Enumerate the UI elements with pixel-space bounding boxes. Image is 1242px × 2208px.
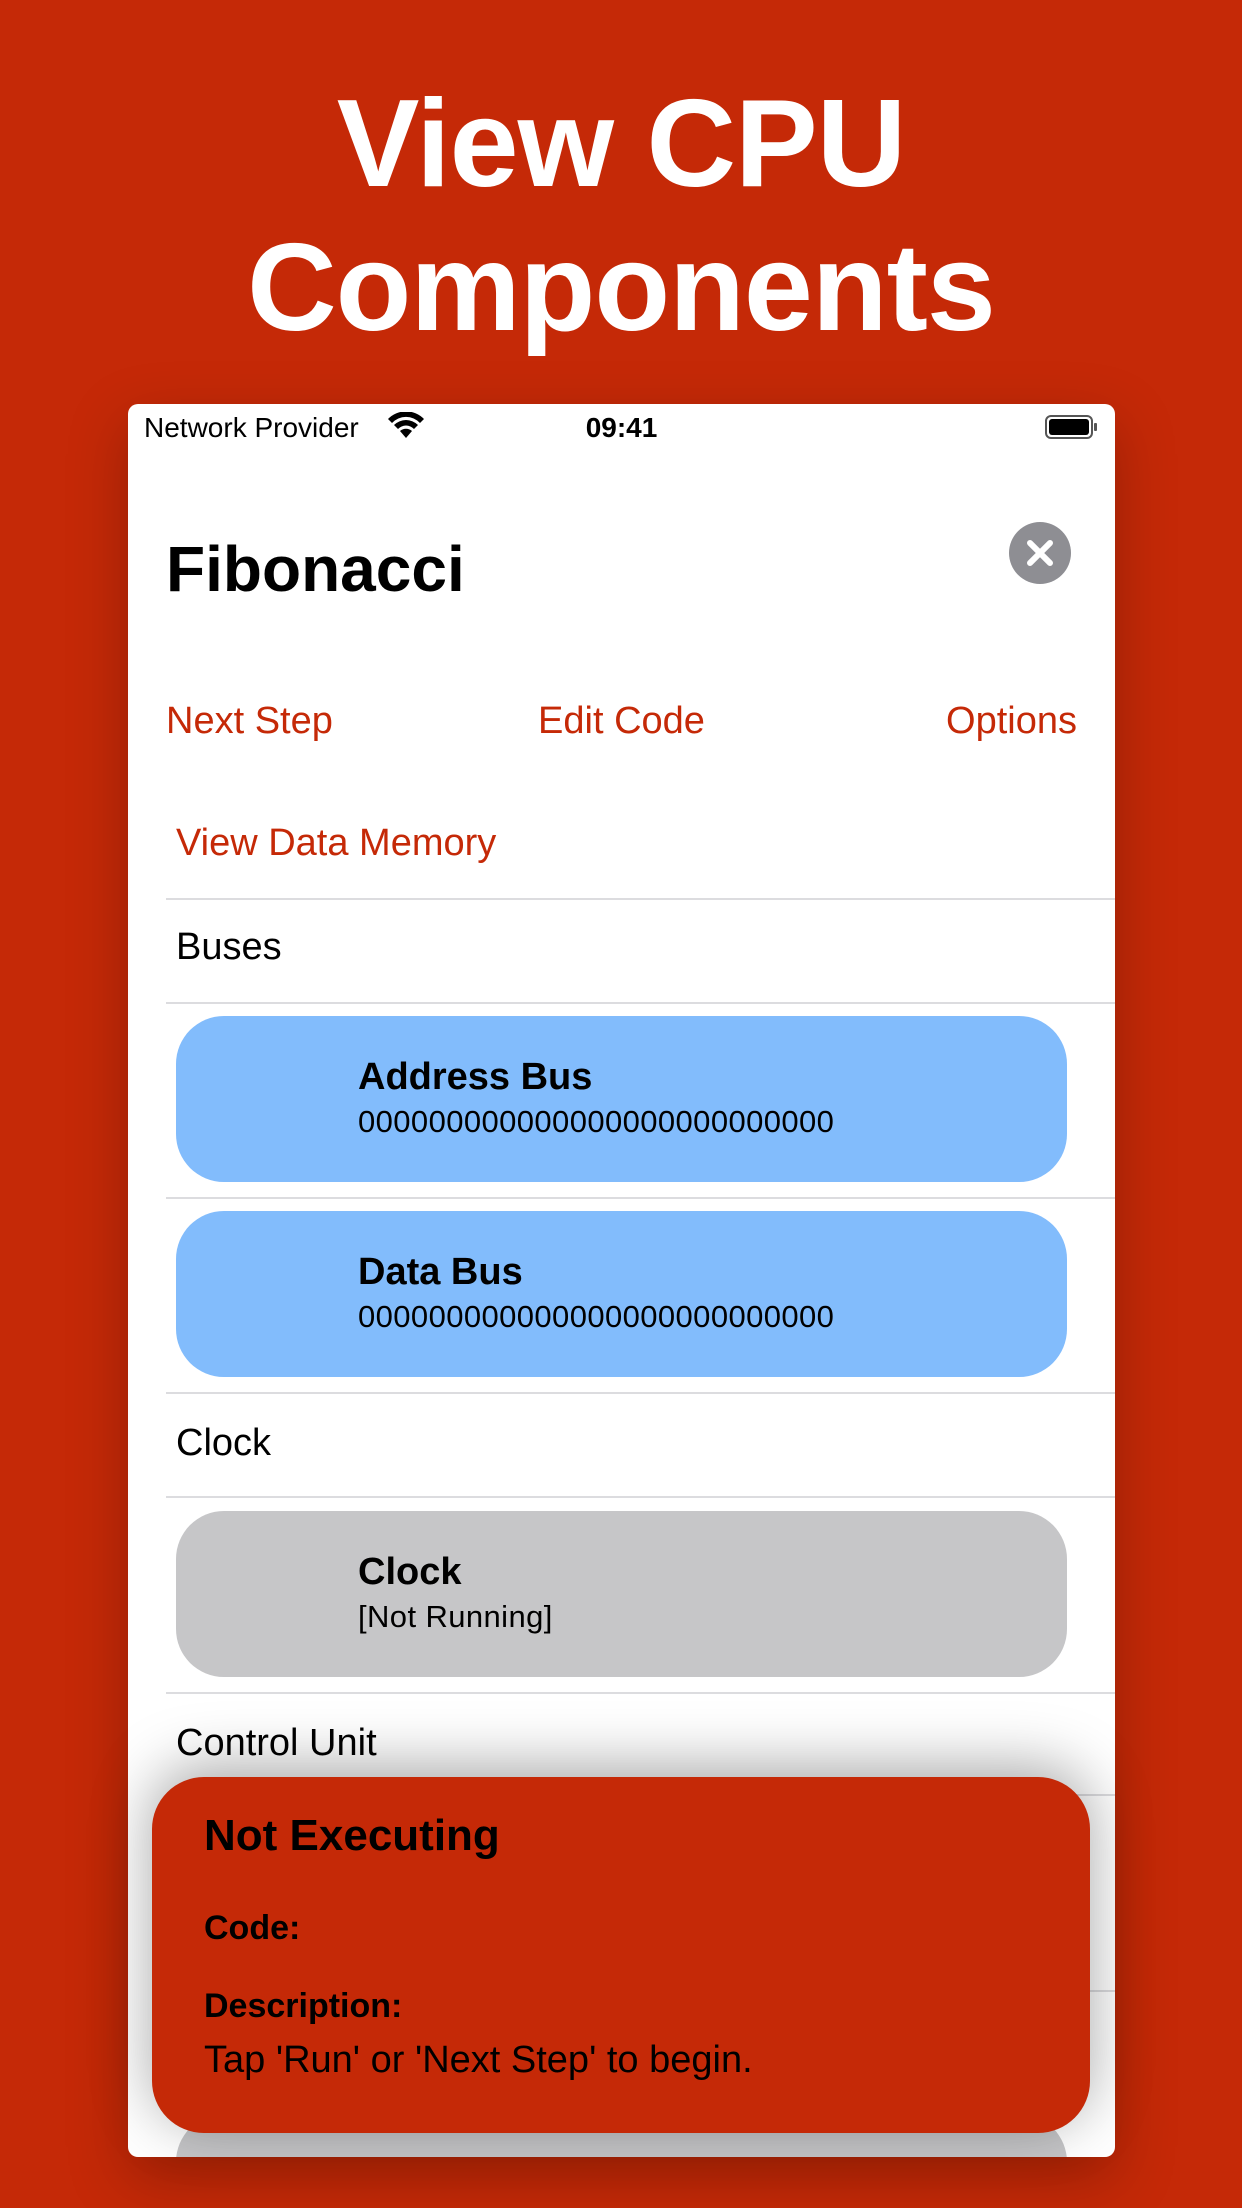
- popup-title: Not Executing: [204, 1811, 500, 1860]
- separator: [166, 1002, 1115, 1004]
- clock-card[interactable]: Clock [Not Running]: [176, 1511, 1067, 1677]
- headline-line-2: Components: [247, 219, 996, 357]
- close-icon: [1027, 540, 1053, 566]
- separator: [166, 1392, 1115, 1394]
- card-value: [Not Running]: [358, 1599, 553, 1634]
- close-button[interactable]: [1009, 522, 1071, 584]
- status-time: 09:41: [585, 412, 658, 443]
- separator: [166, 1496, 1115, 1498]
- toolbar: Next Step Edit Code Options: [166, 700, 1077, 756]
- edit-code-button-wrap: Edit Code: [166, 700, 1077, 743]
- description-text: Tap 'Run' or 'Next Step' to begin.: [204, 2039, 753, 2081]
- code-label: Code:: [204, 1909, 301, 1947]
- card-value: 000000000000000000000000000: [358, 1299, 835, 1334]
- section-control-unit: Control Unit: [176, 1722, 377, 1764]
- status-bar: Network Provider 09:41: [128, 404, 1115, 454]
- data-bus-card[interactable]: Data Bus 000000000000000000000000000: [176, 1211, 1067, 1377]
- card-title: Address Bus: [358, 1056, 593, 1098]
- description-label: Description:: [204, 1987, 403, 2025]
- page-title: Fibonacci: [166, 533, 465, 605]
- card-title: Clock: [358, 1551, 462, 1593]
- battery-icon: [1045, 415, 1097, 439]
- edit-code-button[interactable]: Edit Code: [538, 700, 705, 742]
- card-value: 000000000000000000000000000: [358, 1104, 835, 1139]
- separator: [166, 1197, 1115, 1199]
- options-button[interactable]: Options: [946, 700, 1077, 743]
- card-title: Data Bus: [358, 1251, 523, 1293]
- separator: [166, 1692, 1115, 1694]
- section-clock: Clock: [176, 1422, 272, 1464]
- section-buses: Buses: [176, 926, 282, 968]
- execution-status-popup[interactable]: Not Executing Code: Description: Tap 'Ru…: [152, 1777, 1090, 2133]
- headline-line-1: View CPU: [336, 75, 907, 213]
- headline: View CPU Components: [0, 72, 1242, 360]
- separator: [166, 898, 1115, 900]
- address-bus-card[interactable]: Address Bus 000000000000000000000000000: [176, 1016, 1067, 1182]
- view-data-memory-button[interactable]: View Data Memory: [176, 822, 496, 865]
